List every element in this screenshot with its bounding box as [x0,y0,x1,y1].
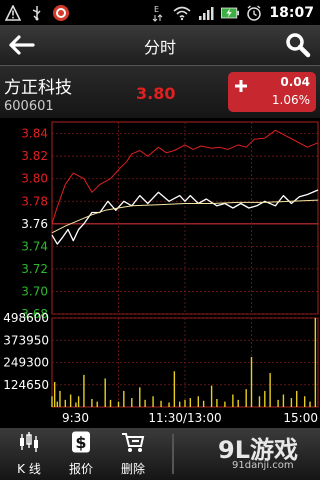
price-tick-label: 3.82 [21,149,48,163]
stock-price: 3.80 [136,84,176,103]
intraday-chart[interactable]: 3.843.823.803.783.763.743.723.703.684986… [0,118,320,428]
svg-text:E: E [154,5,159,14]
watermark-url: 91danji.com [232,460,294,471]
change-badge[interactable]: 0.04 1.06% [228,72,316,112]
stock-code: 600601 [4,99,54,114]
time-tick-label: 11:30/13:00 [148,411,221,425]
price-tick-label: 3.76 [21,217,48,231]
wifi-icon [173,4,191,22]
time-tick-label: 15:00 [283,411,318,425]
stock-name: 方正科技 [4,78,72,98]
delete-label: 删除 [120,462,145,476]
data-signal-icon: E [149,4,167,22]
usb-icon [28,4,46,22]
kline-button[interactable]: K 线 [4,428,54,480]
time-tick-label: 9:30 [62,411,89,425]
toolbar-divider [172,434,174,474]
volume-tick-label: 373950 [3,333,49,347]
volume-tick-label: 498600 [3,311,49,325]
change-percent: 1.06% [271,93,310,107]
report-button[interactable]: $ 报价 [56,428,106,480]
svg-text:$: $ [75,433,86,452]
report-label: 报价 [68,462,93,476]
title-bar: 分时 [0,25,320,66]
price-tick-label: 3.80 [21,172,48,186]
battery-charging-icon [221,4,240,22]
page-title: 分时 [143,38,176,57]
search-button[interactable] [280,28,316,62]
status-bar: E 18:07 [0,0,320,25]
search-icon [286,33,311,58]
cart-remove-icon [122,433,145,452]
warning-icon [4,4,22,22]
price-tick-label: 3.78 [21,194,48,208]
volume-tick-label: 124650 [3,378,49,392]
volume-tick-label: 249300 [3,356,49,370]
price-tick-label: 3.74 [21,239,48,253]
app-notification-icon [52,4,70,22]
delete-button[interactable]: 删除 [108,428,158,480]
change-value: 0.04 [280,75,310,89]
signal-icon [197,4,215,22]
dollar-icon: $ [72,431,90,453]
pct-line [51,129,319,224]
price-tick-label: 3.84 [21,127,48,141]
price-tick-label: 3.70 [21,284,48,298]
plus-icon [235,80,247,92]
alarm-icon [245,4,263,22]
status-time: 18:07 [269,4,314,21]
kline-label: K 线 [17,462,41,476]
kline-icon [20,432,38,452]
price-tick-label: 3.72 [21,262,48,276]
